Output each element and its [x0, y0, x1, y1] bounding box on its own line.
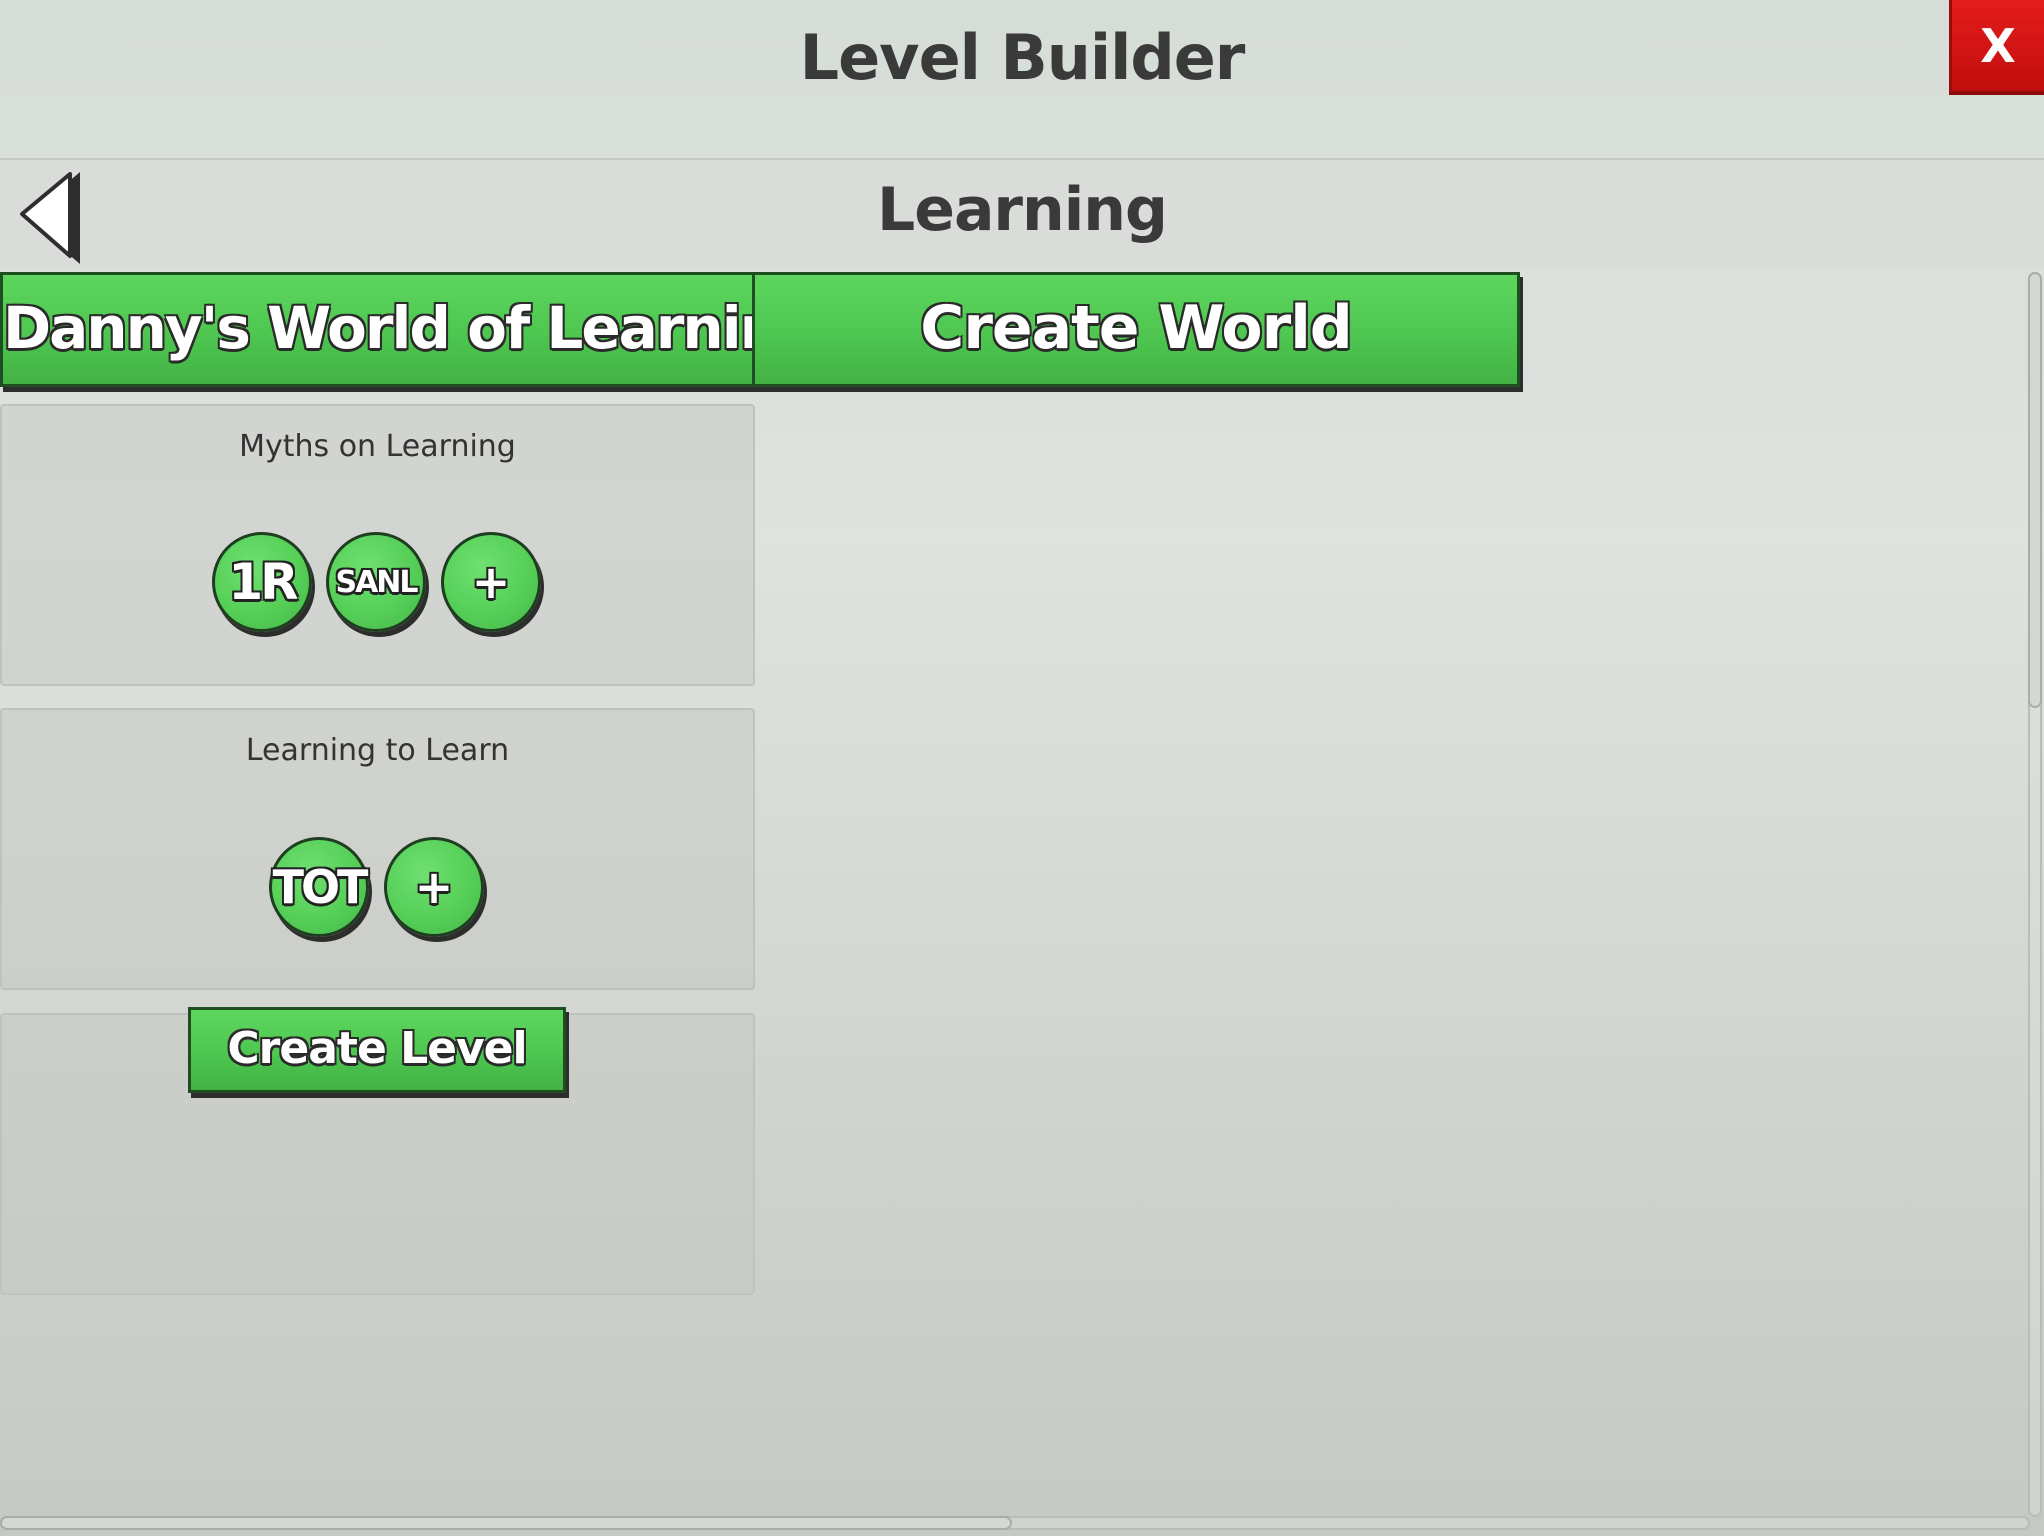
world-tab-dannys-world[interactable]: Danny's World of Learning — [0, 272, 755, 387]
create-world-button[interactable]: Create World — [752, 272, 1520, 387]
add-level-button[interactable]: + — [441, 532, 541, 632]
add-level-button[interactable]: + — [384, 837, 484, 937]
level-group-title: Learning to Learn — [245, 733, 510, 768]
level-group-title: Myths on Learning — [239, 429, 516, 464]
app-title: Level Builder — [799, 21, 1246, 94]
create-level-button[interactable]: Create Level — [188, 1007, 566, 1093]
vertical-scrollbar-thumb[interactable] — [2028, 272, 2042, 708]
close-button[interactable]: X — [1949, 0, 2044, 95]
level-button-sanl[interactable]: SANL — [326, 532, 426, 632]
section-title: Learning — [877, 175, 1168, 245]
level-button-tot[interactable]: TOT — [269, 837, 369, 937]
level-button-1r[interactable]: 1R — [212, 532, 312, 632]
horizontal-scrollbar-thumb[interactable] — [0, 1516, 1012, 1530]
